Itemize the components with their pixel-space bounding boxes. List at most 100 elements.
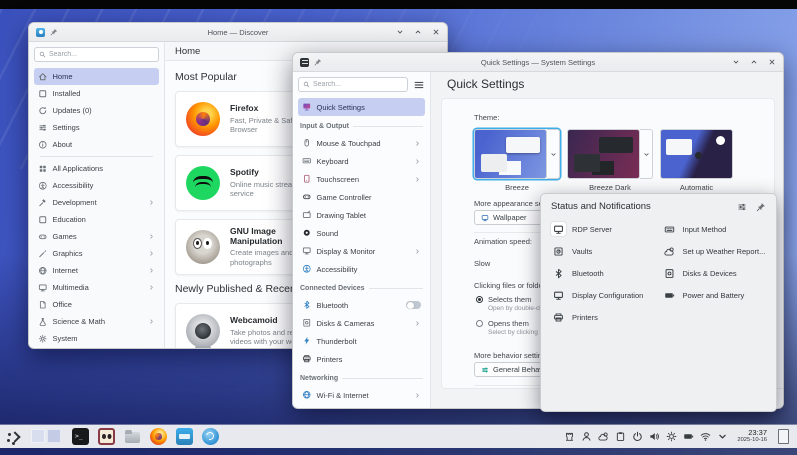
discover-nav-item[interactable]: Graphics <box>34 245 159 262</box>
nav-item-label: Graphics <box>52 249 83 258</box>
status-item[interactable]: Bluetooth <box>551 266 660 280</box>
clipboard-icon[interactable] <box>615 431 626 442</box>
settings-nav-item[interactable]: Wi-Fi & Internet <box>298 386 425 404</box>
discover-nav-item[interactable]: Multimedia <box>34 279 159 296</box>
minimize-icon[interactable] <box>732 58 740 66</box>
bluetooth-toggle[interactable] <box>406 301 421 309</box>
discover-nav-item[interactable]: System <box>34 330 159 347</box>
discover-nav-item[interactable]: Science & Math <box>34 313 159 330</box>
settings-nav-item[interactable]: Thunderbolt <box>298 332 425 350</box>
sun-icon[interactable] <box>666 431 677 442</box>
hamburger-menu-icon[interactable] <box>413 79 425 91</box>
close-icon[interactable] <box>768 58 776 66</box>
status-item[interactable]: Input Method <box>662 222 771 236</box>
pin-icon[interactable] <box>756 202 766 212</box>
status-item[interactable]: Power and Battery <box>662 288 771 302</box>
nav-item-label: Wi-Fi & Internet <box>316 390 369 400</box>
discover-search[interactable] <box>34 47 159 62</box>
dolphin-icon[interactable] <box>124 428 141 445</box>
nav-item-label: Multimedia <box>52 283 89 292</box>
status-item[interactable]: Set up Weather Report... <box>662 244 771 258</box>
theme-preview[interactable] <box>660 129 733 179</box>
settings-nav-item[interactable]: Disks & Cameras <box>298 314 425 332</box>
teal-icon[interactable] <box>202 428 219 445</box>
pager-icon[interactable] <box>31 428 63 445</box>
nav-item-label: Development <box>52 198 97 207</box>
launcher-icon[interactable] <box>5 428 22 445</box>
theme-option[interactable]: Breeze Dark <box>567 129 653 192</box>
discover-nav-item[interactable]: Education <box>34 211 159 228</box>
gamepad-icon <box>38 232 48 242</box>
pin-icon[interactable] <box>50 28 58 36</box>
settings-nav-item[interactable]: Printers <box>298 350 425 368</box>
window-title: Quick Settings — System Settings <box>480 57 596 67</box>
weather-icon[interactable] <box>598 431 609 442</box>
settings-nav-item[interactable]: Game Controller <box>298 188 425 206</box>
user-icon[interactable] <box>581 431 592 442</box>
settings-nav-item[interactable]: Drawing Tablet <box>298 206 425 224</box>
search-input[interactable] <box>49 51 154 58</box>
taskbar-apps <box>5 428 219 445</box>
maximize-icon[interactable] <box>750 58 758 66</box>
radio-opens-them[interactable] <box>476 320 483 327</box>
maximize-icon[interactable] <box>414 28 422 36</box>
status-item[interactable]: Disks & Devices <box>662 266 771 280</box>
minimize-icon[interactable] <box>396 28 404 36</box>
nav-item-label: Settings <box>52 123 80 132</box>
nav-item-label: Game Controller <box>316 192 372 202</box>
expand-icon[interactable] <box>717 431 728 442</box>
settings-search[interactable] <box>298 77 408 92</box>
battery-icon[interactable] <box>683 431 694 442</box>
discover-nav-item[interactable]: Games <box>34 228 159 245</box>
theme-option[interactable]: Automatic <box>660 129 733 192</box>
status-item[interactable]: Printers <box>551 310 660 324</box>
power-icon[interactable] <box>632 431 643 442</box>
radio-selects-them[interactable] <box>476 296 483 303</box>
wifi-icon[interactable] <box>700 431 711 442</box>
settings-nav-item[interactable]: Sound <box>298 224 425 242</box>
peek-at-desktop-button[interactable] <box>778 429 789 444</box>
discover-nav-item[interactable]: Office <box>34 296 159 313</box>
settings-nav-item[interactable]: Bluetooth <box>298 296 425 314</box>
discover-nav-item[interactable]: Internet <box>34 262 159 279</box>
settings-nav-item[interactable]: Online Accounts <box>298 404 425 408</box>
bluebox-icon[interactable] <box>176 428 193 445</box>
digital-clock[interactable]: 23:37 2025-10-16 <box>737 429 767 444</box>
settings-titlebar[interactable]: Quick Settings — System Settings <box>293 53 783 72</box>
theme-option[interactable]: Breeze <box>474 129 560 192</box>
discover-nav-item[interactable]: About <box>34 136 159 153</box>
theme-dropdown-button[interactable] <box>640 129 653 179</box>
discover-nav-item[interactable]: Development <box>34 194 159 211</box>
discover-nav-item[interactable]: Accessibility <box>34 177 159 194</box>
discover-nav-item[interactable]: Settings <box>34 119 159 136</box>
konsole-icon[interactable] <box>72 428 89 445</box>
settings-nav-item[interactable]: Quick Settings <box>298 98 425 116</box>
settings-nav-item[interactable]: Display & Monitor <box>298 242 425 260</box>
settings-nav-item[interactable]: Touchscreen <box>298 170 425 188</box>
discover-nav-item[interactable]: All Applications <box>34 160 159 177</box>
volume-icon[interactable] <box>649 431 660 442</box>
theme-preview[interactable] <box>474 129 547 179</box>
theme-preview[interactable] <box>567 129 640 179</box>
theme-dropdown-button[interactable] <box>547 129 560 179</box>
configure-icon[interactable] <box>737 202 747 212</box>
eyes-icon[interactable] <box>98 428 115 445</box>
discover-nav-item[interactable]: Installed <box>34 85 159 102</box>
nav-item-label: About <box>52 140 73 149</box>
firefox-icon[interactable] <box>150 428 167 445</box>
settings-nav-item[interactable]: Mouse & Touchpad <box>298 134 425 152</box>
discover-nav-item[interactable]: Home <box>34 68 159 85</box>
settings-nav-item[interactable]: Accessibility <box>298 260 425 278</box>
search-input[interactable] <box>313 81 403 88</box>
settings-nav-item[interactable]: Keyboard <box>298 152 425 170</box>
wrench-icon <box>38 198 48 208</box>
server-icon[interactable] <box>564 431 575 442</box>
pin-icon[interactable] <box>314 58 322 66</box>
close-icon[interactable] <box>432 28 440 36</box>
discover-titlebar[interactable]: Home — Discover <box>29 23 447 42</box>
mouse-icon <box>302 138 312 148</box>
status-item[interactable]: Vaults <box>551 244 660 258</box>
status-item[interactable]: RDP Server <box>551 222 660 236</box>
status-item[interactable]: Display Configuration <box>551 288 660 302</box>
discover-nav-item[interactable]: Updates (0) <box>34 102 159 119</box>
